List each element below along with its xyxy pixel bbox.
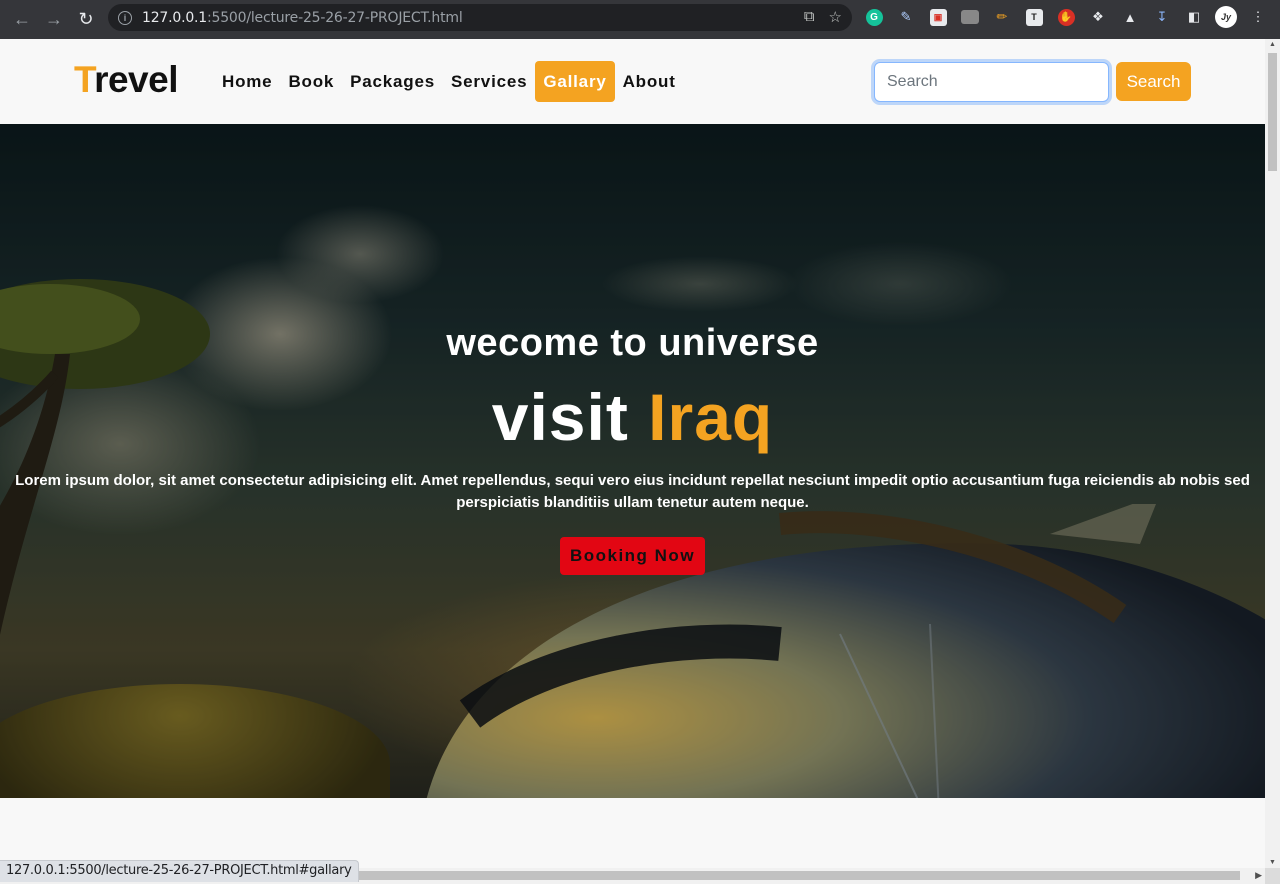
pencil-icon[interactable]: ✏ [990,5,1014,29]
sidebar-icon[interactable]: ◧ [1182,5,1206,29]
menu-item-packages[interactable]: Packages [342,61,443,102]
url-host: 127.0.0.1 [142,9,207,26]
menu-item-services[interactable]: Services [443,61,535,102]
menu-item-book[interactable]: Book [280,61,342,102]
menu-item-home[interactable]: Home [214,61,280,102]
download-icon[interactable]: ↧ [1150,5,1174,29]
booking-now-button[interactable]: Booking Now [560,537,705,575]
profile-avatar-icon[interactable]: Jy [1214,5,1238,29]
more-menu-icon[interactable]: ⋮ [1246,5,1270,29]
scroll-up-icon[interactable]: ▲ [1269,41,1276,48]
grammarly-icon[interactable]: G [862,5,886,29]
url-path: :5500/lecture-25-26-27-PROJECT.html [207,9,463,26]
logo-text: revel [94,59,178,100]
scrollbar-corner [1265,868,1280,884]
search-input[interactable] [874,62,1109,102]
link-status-bar: 127.0.0.1:5500/lecture-25-26-27-PROJECT.… [0,860,359,882]
extension-icon[interactable]: ▣ [926,5,950,29]
site-navbar: Trevel Home Book Packages Services Galla… [0,39,1265,124]
vertical-scrollbar-thumb[interactable] [1268,53,1277,171]
menu-item-gallary[interactable]: Gallary [535,61,615,102]
menu-item-about[interactable]: About [615,61,684,102]
address-bar[interactable]: i 127.0.0.1:5500/lecture-25-26-27-PROJEC… [108,4,852,31]
flask-icon[interactable]: ▲ [1118,5,1142,29]
hero-title: visit Iraq [0,379,1265,455]
hero-content: wecome to universe visit Iraq Lorem ipsu… [0,124,1265,798]
eyedropper-icon[interactable]: ✎ [894,5,918,29]
site-logo[interactable]: Trevel [74,59,178,101]
extension-icon[interactable]: ✋ [1054,5,1078,29]
search-button[interactable]: Search [1116,62,1191,101]
browser-toolbar: ← → ↻ i 127.0.0.1:5500/lecture-25-26-27-… [0,0,1280,39]
url-text[interactable]: 127.0.0.1:5500/lecture-25-26-27-PROJECT.… [142,10,463,26]
hero-title-prefix: visit [491,380,649,454]
star-icon[interactable]: ☆ [829,8,842,26]
info-icon[interactable]: i [118,10,132,25]
extension-icon[interactable]: T [1022,5,1046,29]
puzzle-icon[interactable]: ❖ [1086,5,1110,29]
vertical-scrollbar[interactable]: ▲ ▼ [1265,39,1280,868]
logo-letter: T [74,59,95,100]
main-menu: Home Book Packages Services Gallary Abou… [214,61,684,102]
hero-welcome-text: wecome to universe [446,322,819,364]
extension-icon[interactable] [958,5,982,29]
hero-description: Lorem ipsum dolor, sit amet consectetur … [15,472,1250,511]
scroll-right-icon[interactable]: ▶ [1255,870,1262,881]
hero-section: wecome to universe visit Iraq Lorem ipsu… [0,124,1265,798]
share-icon[interactable]: ⧉ [804,8,815,26]
reload-icon[interactable]: ↻ [70,4,102,36]
forward-arrow-icon[interactable]: → [38,4,70,36]
hero-title-highlight: Iraq [648,380,774,454]
web-page: Trevel Home Book Packages Services Galla… [0,39,1265,868]
back-arrow-icon[interactable]: ← [6,4,38,36]
scroll-down-icon[interactable]: ▼ [1269,859,1276,866]
